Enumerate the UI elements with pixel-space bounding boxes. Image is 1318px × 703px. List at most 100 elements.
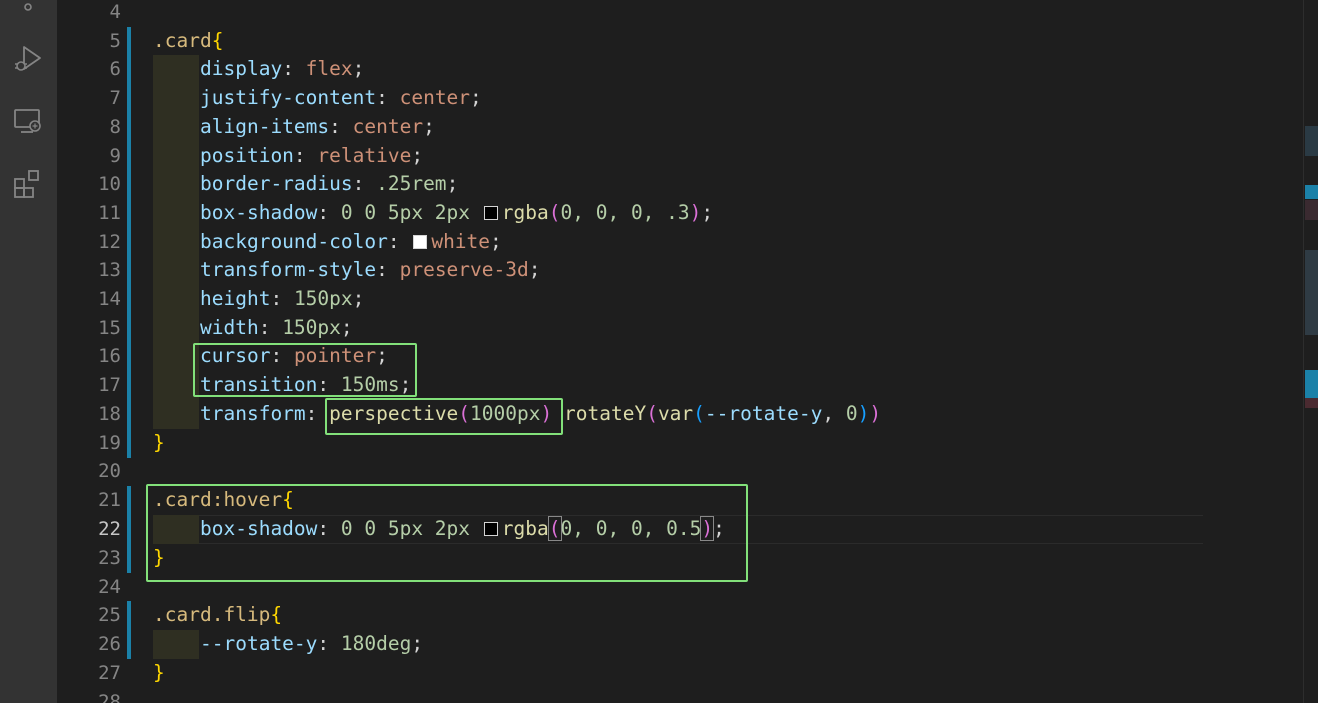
gutter-modified-marker <box>127 314 131 343</box>
line-number: 20 <box>98 460 121 482</box>
code-line: 18 transform: perspective(1000px) rotate… <box>57 400 1303 429</box>
code-text: transform-style: preserve-3d; <box>200 258 541 281</box>
indent-guide <box>153 228 199 257</box>
gutter-modified-marker <box>127 256 131 285</box>
run-debug-icon[interactable] <box>11 42 45 76</box>
indent-guide <box>153 199 199 228</box>
indent-guide <box>153 84 199 113</box>
source-control-glyph <box>24 3 32 11</box>
line-number: 23 <box>98 547 121 569</box>
gutter-modified-marker <box>127 429 131 458</box>
code-text: justify-content: center; <box>200 86 482 109</box>
code-text: height: 150px; <box>200 287 365 310</box>
code-text: width: 150px; <box>200 316 353 339</box>
line-number: 21 <box>98 489 121 511</box>
line-number: 11 <box>98 202 121 224</box>
extensions-glyph <box>14 170 39 198</box>
code-line: 15 width: 150px; <box>57 314 1303 343</box>
source-control-icon[interactable]: 12 <box>11 0 45 18</box>
code-text: position: relative; <box>200 144 424 167</box>
code-line: 26 --rotate-y: 180deg; <box>57 630 1303 659</box>
line-number: 5 <box>109 30 121 52</box>
code-text: .card{ <box>153 29 224 52</box>
run-debug-glyph <box>15 46 41 71</box>
line-number: 24 <box>98 576 121 598</box>
gutter-modified-marker <box>127 486 131 515</box>
indent-guide <box>153 113 199 142</box>
overview-ruler-mark <box>1305 370 1318 398</box>
line-number: 19 <box>98 432 121 454</box>
color-swatch[interactable] <box>483 206 498 220</box>
code-line: 27 } <box>57 659 1303 688</box>
indent-guide <box>153 285 199 314</box>
indent-guide <box>153 55 199 84</box>
gutter-modified-marker <box>127 170 131 199</box>
gutter-modified-marker <box>127 515 131 544</box>
code-line: 8 align-items: center; <box>57 113 1303 142</box>
code-line: 14 height: 150px; <box>57 285 1303 314</box>
code-line: 5 .card{ <box>57 27 1303 56</box>
gutter-modified-marker <box>127 27 131 56</box>
overview-ruler-mark <box>1305 185 1318 199</box>
code-text: background-color: white; <box>200 230 502 253</box>
code-line: 10 border-radius: .25rem; <box>57 170 1303 199</box>
code-text: border-radius: .25rem; <box>200 172 459 195</box>
gutter-modified-marker <box>127 400 131 429</box>
line-number: 22 <box>98 518 121 540</box>
code-text: --rotate-y: 180deg; <box>200 632 424 655</box>
gutter-modified-marker <box>127 342 131 371</box>
line-number: 17 <box>98 374 121 396</box>
line-number: 8 <box>109 116 121 138</box>
overview-ruler-mark <box>1305 398 1318 408</box>
vertical-scrollbar[interactable] <box>1303 0 1318 703</box>
remote-explorer-glyph <box>14 109 41 133</box>
overview-ruler-mark <box>1305 250 1318 335</box>
line-number: 7 <box>109 87 121 109</box>
remote-explorer-icon[interactable] <box>11 104 45 138</box>
overview-ruler-mark <box>1305 126 1318 156</box>
indent-guide <box>153 142 199 171</box>
code-line: 9 position: relative; <box>57 142 1303 171</box>
gutter-modified-marker <box>127 601 131 630</box>
code-line: 28 <box>57 688 1303 703</box>
annotation-box-perspective <box>325 398 563 435</box>
annotation-box-cursor-transition <box>193 343 417 397</box>
code-text: .card.flip{ <box>153 603 283 626</box>
annotation-box-hover-rule <box>146 484 748 582</box>
indent-guide <box>153 314 199 343</box>
code-text: display: flex; <box>200 57 365 80</box>
code-line: 25 .card.flip{ <box>57 601 1303 630</box>
color-swatch[interactable] <box>413 235 428 249</box>
line-number: 10 <box>98 173 121 195</box>
line-number: 4 <box>109 1 121 23</box>
line-number: 27 <box>98 662 121 684</box>
code-text: box-shadow: 0 0 5px 2px rgba(0, 0, 0, .3… <box>200 201 714 224</box>
gutter-modified-marker <box>127 630 131 659</box>
gutter-modified-marker <box>127 55 131 84</box>
gutter-modified-marker <box>127 113 131 142</box>
line-number: 6 <box>109 58 121 80</box>
line-number: 15 <box>98 317 121 339</box>
code-line: 4 <box>57 0 1303 27</box>
extensions-icon[interactable] <box>11 166 45 200</box>
indent-guide <box>153 630 199 659</box>
code-line: 11 box-shadow: 0 0 5px 2px rgba(0, 0, 0,… <box>57 199 1303 228</box>
code-text: align-items: center; <box>200 115 435 138</box>
line-number: 25 <box>98 604 121 626</box>
code-line: 20 <box>57 457 1303 486</box>
indent-guide <box>153 170 199 199</box>
gutter-modified-marker <box>127 285 131 314</box>
overview-ruler-mark <box>1305 200 1318 220</box>
activity-bar: 12 <box>0 0 57 703</box>
gutter-modified-marker <box>127 371 131 400</box>
code-line: 19 } <box>57 429 1303 458</box>
indent-guide <box>153 400 199 429</box>
indent-guide <box>153 256 199 285</box>
code-line: 7 justify-content: center; <box>57 84 1303 113</box>
code-text: } <box>153 661 165 684</box>
line-number: 12 <box>98 231 121 253</box>
gutter-modified-marker <box>127 544 131 573</box>
code-editor[interactable]: 4 5 .card{ 6 display: flex; 7 justify-co… <box>57 0 1303 703</box>
gutter-modified-marker <box>127 84 131 113</box>
gutter-modified-marker <box>127 142 131 171</box>
